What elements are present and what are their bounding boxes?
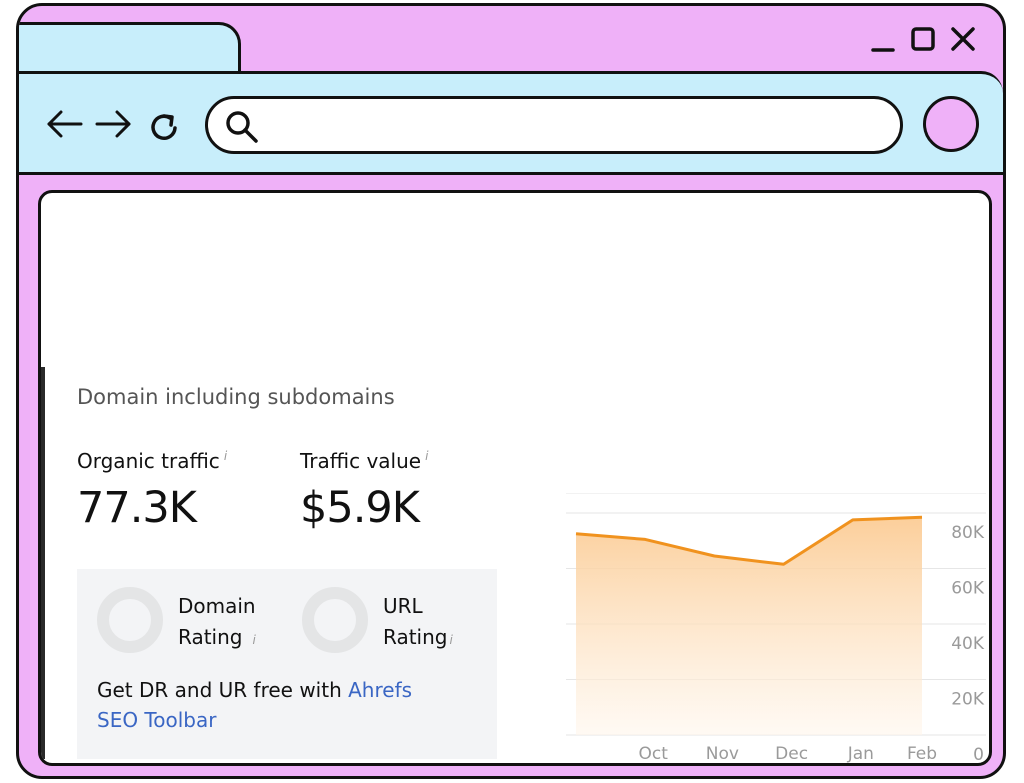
forward-arrow-icon[interactable] bbox=[93, 104, 133, 144]
y-tick-label: 40K bbox=[951, 634, 985, 654]
y-tick-label: 80K bbox=[951, 523, 985, 543]
organic-traffic-label-text: Organic traffic bbox=[77, 449, 220, 473]
seo-toolbar-link[interactable]: SEO Toolbar bbox=[97, 708, 216, 732]
traffic-value-value: $5.9K bbox=[300, 483, 420, 533]
domain-rating-line2: Rating bbox=[178, 625, 243, 649]
close-icon[interactable] bbox=[949, 26, 977, 54]
traffic-area bbox=[576, 517, 922, 735]
maximize-icon[interactable] bbox=[909, 26, 937, 54]
domain-rating-ring bbox=[97, 587, 163, 653]
address-bar[interactable] bbox=[205, 96, 903, 154]
traffic-value-label-text: Traffic value bbox=[300, 449, 422, 473]
x-tick-label: Jan bbox=[847, 744, 874, 764]
profile-avatar[interactable] bbox=[923, 96, 979, 152]
url-rating-ring bbox=[302, 587, 368, 653]
y-tick-label: 0 bbox=[973, 745, 984, 765]
left-divider bbox=[41, 367, 45, 759]
traffic-chart: 80K 60K 40K 20K 0 Oct Nov Dec Jan Feb bbox=[566, 493, 986, 765]
ratings-panel: Domain Rating i URL Rating i Get DR and UR… bbox=[77, 569, 497, 759]
url-rating-label: URL Rating i bbox=[383, 591, 453, 656]
domain-rating-label: Domain Rating i bbox=[178, 591, 256, 656]
info-icon[interactable]: i bbox=[449, 633, 452, 647]
search-icon bbox=[226, 111, 258, 143]
organic-traffic-label: Organic traffic i bbox=[77, 449, 227, 473]
y-tick-label: 20K bbox=[951, 690, 985, 710]
promo-text: Get DR and UR free with bbox=[97, 678, 349, 702]
info-icon[interactable]: i bbox=[425, 449, 428, 463]
minimize-icon[interactable] bbox=[869, 26, 897, 54]
x-tick-label: Nov bbox=[706, 744, 739, 764]
info-icon[interactable]: i bbox=[252, 633, 255, 647]
page-content: Domain including subdomains Organic traf… bbox=[38, 190, 992, 766]
browser-window: Domain including subdomains Organic traf… bbox=[16, 3, 1006, 779]
toolbar-promo: Get DR and UR free with Ahrefs SEO Toolba… bbox=[97, 675, 477, 735]
organic-traffic-value: 77.3K bbox=[77, 483, 197, 533]
browser-toolbar bbox=[19, 71, 1003, 175]
url-rating-line1: URL bbox=[383, 594, 423, 618]
url-rating-line2: Rating bbox=[383, 625, 448, 649]
section-title: Domain including subdomains bbox=[77, 385, 395, 409]
reload-icon[interactable] bbox=[145, 108, 185, 148]
x-tick-label: Oct bbox=[638, 744, 668, 764]
x-tick-label: Feb bbox=[907, 744, 937, 764]
back-arrow-icon[interactable] bbox=[45, 104, 85, 144]
y-tick-label: 60K bbox=[951, 579, 985, 599]
domain-rating-line1: Domain bbox=[178, 594, 256, 618]
info-icon[interactable]: i bbox=[224, 449, 227, 463]
x-tick-label: Dec bbox=[775, 744, 808, 764]
traffic-value-label: Traffic value i bbox=[300, 449, 428, 473]
ahrefs-link[interactable]: Ahrefs bbox=[348, 678, 412, 702]
